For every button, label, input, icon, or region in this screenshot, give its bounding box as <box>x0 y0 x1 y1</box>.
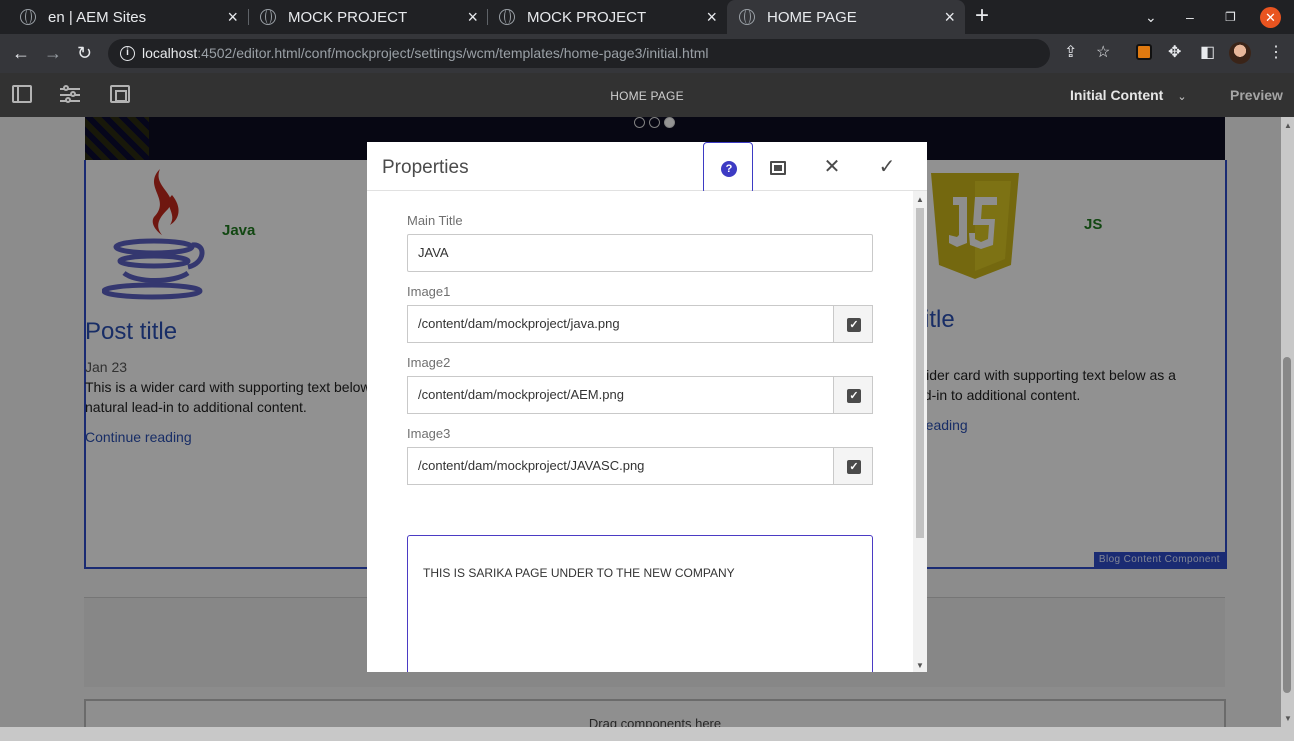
close-icon: ✕ <box>823 156 841 178</box>
minimize-icon[interactable]: – <box>1186 0 1194 34</box>
tab-search-icon[interactable]: ⌄ <box>1145 0 1157 34</box>
dialog-scrollbar[interactable]: ▲ ▼ <box>913 191 927 672</box>
scroll-up-icon[interactable]: ▲ <box>916 195 924 204</box>
side-panel-icon[interactable]: ◧ <box>1200 44 1215 62</box>
scroll-up-icon[interactable]: ▲ <box>1284 121 1292 130</box>
close-tab-icon[interactable]: × <box>944 8 955 26</box>
window-close-icon[interactable]: ✕ <box>1260 7 1281 28</box>
horizontal-scrollbar[interactable] <box>0 727 1294 741</box>
tab-title: MOCK PROJECT <box>288 8 408 26</box>
preview-button[interactable]: Preview <box>1230 87 1283 103</box>
globe-icon <box>499 9 515 25</box>
back-icon[interactable]: ← <box>12 42 30 64</box>
extensions-puzzle-icon[interactable]: ✥ <box>1168 44 1181 62</box>
mode-label: Initial Content <box>1070 87 1164 103</box>
share-icon[interactable]: ⇪ <box>1064 44 1077 62</box>
image3-picker-button[interactable]: ✓ <box>833 447 873 485</box>
help-button[interactable]: ? <box>703 142 753 194</box>
fullscreen-icon <box>770 161 786 175</box>
image3-path-field[interactable]: /content/dam/mockproject/JAVASC.png <box>407 447 834 485</box>
globe-icon <box>20 9 36 25</box>
tab-title: en | AEM Sites <box>48 8 147 26</box>
fullscreen-button[interactable] <box>753 142 803 194</box>
dialog-title: Properties <box>382 157 469 178</box>
checkmark-icon: ✓ <box>878 156 896 178</box>
cancel-button[interactable]: ✕ <box>807 142 857 194</box>
description-textarea[interactable]: THIS IS SARIKA PAGE UNDER TO THE NEW COM… <box>407 535 873 672</box>
image2-picker-button[interactable]: ✓ <box>833 376 873 414</box>
help-icon: ? <box>721 161 737 177</box>
bookmark-star-icon[interactable]: ☆ <box>1096 44 1110 62</box>
browser-toolbar: ← → ↻ i localhost:4502/editor.html/conf/… <box>0 34 1294 73</box>
extension-icon[interactable] <box>1136 44 1152 60</box>
main-title-field[interactable]: JAVA <box>407 234 873 272</box>
dialog-body: Main Title JAVA Image1 /content/dam/mock… <box>367 191 913 672</box>
description-text: THIS IS SARIKA PAGE UNDER TO THE NEW COM… <box>423 566 735 580</box>
page-scrollbar[interactable]: ▲ ▼ <box>1281 117 1294 727</box>
restore-icon[interactable]: ❐ <box>1225 0 1236 34</box>
tab-mock-project-2[interactable]: MOCK PROJECT × <box>479 0 727 34</box>
close-tab-icon[interactable]: × <box>706 8 717 26</box>
dialog-header: Properties ? ✕ ✓ <box>367 142 927 194</box>
tab-mock-project-1[interactable]: MOCK PROJECT × <box>240 0 488 34</box>
image1-label: Image1 <box>407 284 451 299</box>
checkbox-icon: ✓ <box>847 460 861 474</box>
image3-label: Image3 <box>407 426 451 441</box>
image1-path-field[interactable]: /content/dam/mockproject/java.png <box>407 305 834 343</box>
globe-icon <box>260 9 276 25</box>
forward-icon[interactable]: → <box>44 42 62 64</box>
site-info-icon[interactable]: i <box>120 46 135 61</box>
main-title-label: Main Title <box>407 213 463 228</box>
done-button[interactable]: ✓ <box>862 142 912 194</box>
image2-label: Image2 <box>407 355 451 370</box>
url-text: localhost:4502/editor.html/conf/mockproj… <box>142 45 709 61</box>
scrollbar-thumb[interactable] <box>1283 357 1291 693</box>
tab-title: HOME PAGE <box>767 8 857 26</box>
globe-icon <box>739 9 755 25</box>
tab-home-page[interactable]: HOME PAGE × <box>727 0 965 34</box>
profile-avatar[interactable] <box>1229 42 1251 64</box>
scroll-down-icon[interactable]: ▼ <box>916 661 924 670</box>
browser-tab-strip: en | AEM Sites × MOCK PROJECT × MOCK PRO… <box>0 0 1294 34</box>
close-tab-icon[interactable]: × <box>467 8 478 26</box>
new-tab-button[interactable]: + <box>975 4 989 28</box>
checkbox-icon: ✓ <box>847 389 861 403</box>
reload-icon[interactable]: ↻ <box>77 42 92 64</box>
properties-dialog: Properties ? ✕ ✓ Main Title JAVA Image1 … <box>367 142 927 672</box>
url-path: :4502/editor.html/conf/mockproject/setti… <box>197 45 709 61</box>
chevron-down-icon: ⌄ <box>1177 91 1187 103</box>
scroll-down-icon[interactable]: ▼ <box>1284 714 1292 723</box>
aem-editor-header: HOME PAGE Initial Content ⌄ Preview <box>0 73 1294 117</box>
image1-picker-button[interactable]: ✓ <box>833 305 873 343</box>
address-bar[interactable]: i localhost:4502/editor.html/conf/mockpr… <box>108 39 1050 68</box>
mode-selector[interactable]: Initial Content ⌄ <box>1070 87 1187 103</box>
close-tab-icon[interactable]: × <box>227 8 238 26</box>
tab-aem-sites[interactable]: en | AEM Sites × <box>0 0 248 34</box>
menu-kebab-icon[interactable]: ⋮ <box>1268 44 1284 62</box>
url-host: localhost <box>142 45 198 61</box>
tab-title: MOCK PROJECT <box>527 8 647 26</box>
scrollbar-thumb[interactable] <box>916 208 924 538</box>
image2-path-field[interactable]: /content/dam/mockproject/AEM.png <box>407 376 834 414</box>
checkbox-icon: ✓ <box>847 318 861 332</box>
